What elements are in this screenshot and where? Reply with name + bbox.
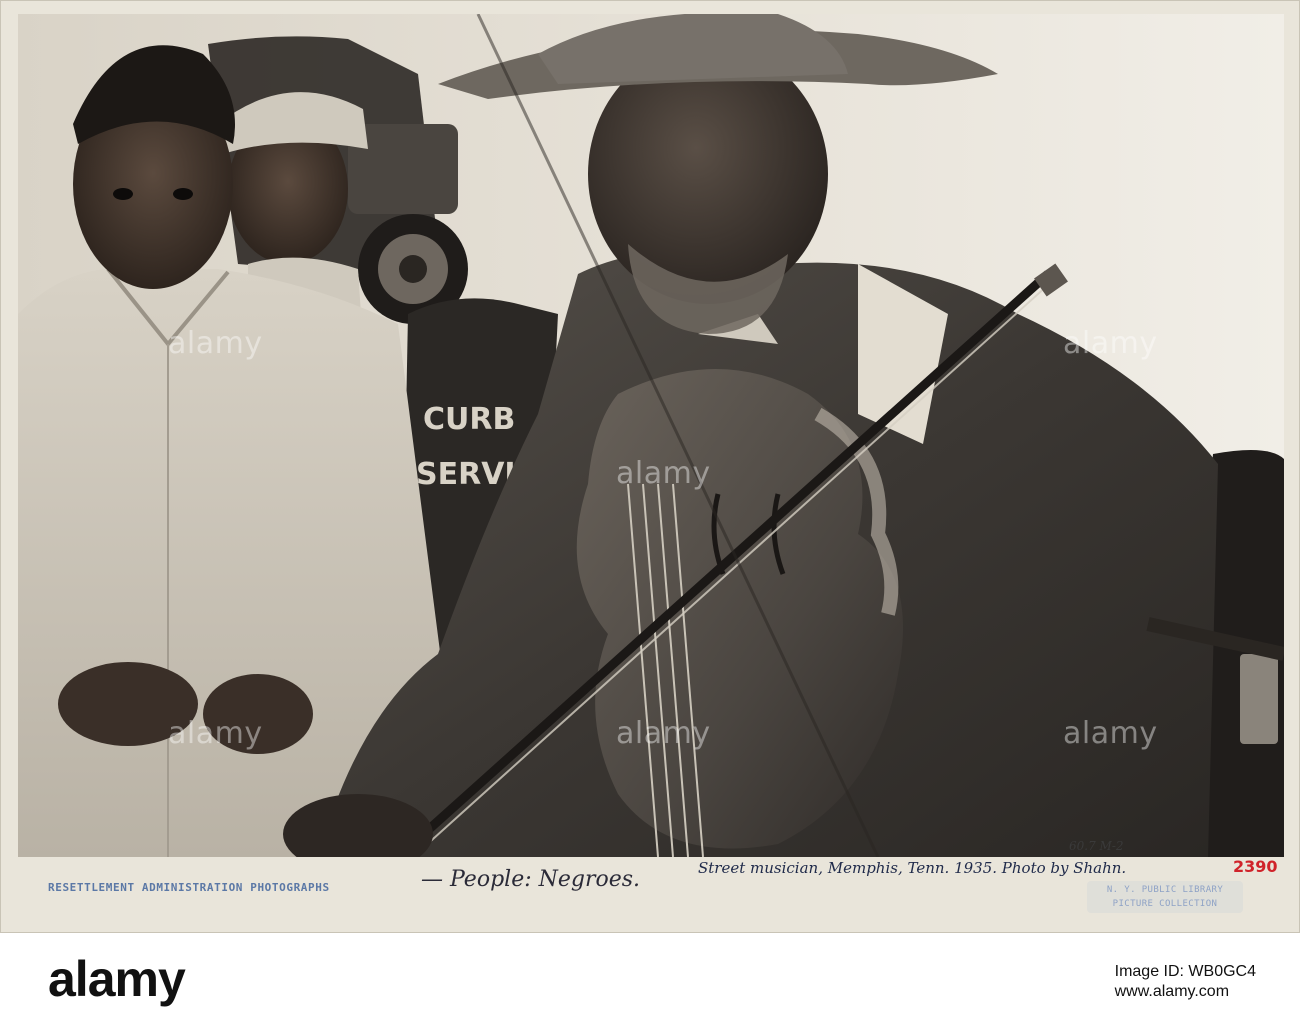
library-stamp: N. Y. PUBLIC LIBRARY PICTURE COLLECTION <box>1087 881 1243 913</box>
page: CURB SERVIC alamy alamy alamy alamy alam… <box>0 0 1300 1024</box>
photo-mount: CURB SERVIC alamy alamy alamy alamy alam… <box>0 0 1300 933</box>
sign-text-curb: CURB <box>423 402 515 437</box>
handwritten-caption: Street musician, Memphis, Tenn. 1935. Ph… <box>698 859 1127 877</box>
image-id-label: Image ID: WB0GC4 <box>1114 963 1256 980</box>
pencil-code: 60.7 M-2 <box>1069 839 1124 853</box>
photo-scene: CURB SERVIC <box>18 14 1284 857</box>
stock-photo-bar <box>0 933 1300 1024</box>
library-stamp-line: PICTURE COLLECTION <box>1112 899 1218 909</box>
alamy-logo[interactable]: alamy <box>48 950 186 1008</box>
image-id-block: Image ID: WB0GC4 www.alamy.com <box>1115 962 1256 1002</box>
catalog-number: 2390 <box>1233 857 1278 876</box>
photograph: CURB SERVIC alamy alamy alamy alamy alam… <box>18 14 1284 857</box>
site-link[interactable]: www.alamy.com <box>1115 982 1256 1002</box>
library-stamp-line: N. Y. PUBLIC LIBRARY <box>1106 885 1224 895</box>
resettlement-stamp-label: RESETTLEMENT ADMINISTRATION PHOTOGRAPHS <box>48 881 330 894</box>
handwritten-category: — People: Negroes. <box>421 867 641 892</box>
